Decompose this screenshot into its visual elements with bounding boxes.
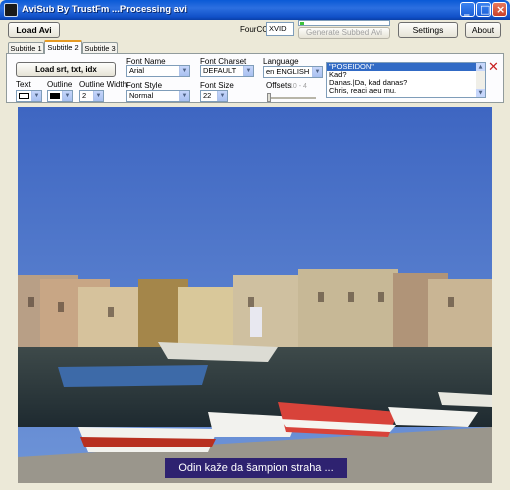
font-style-select[interactable]: Normal ▼ xyxy=(126,90,190,102)
outline-width-label: Outline Width xyxy=(79,80,128,89)
tab-subtitle-2[interactable]: Subtitle 2 xyxy=(44,40,82,54)
subtitle-overlay: Odin kaže da šampion straha ... xyxy=(165,458,347,478)
font-name-value: Arial xyxy=(129,66,145,75)
delete-icon[interactable]: ✕ xyxy=(488,61,500,74)
outline-color-select[interactable]: ▼ xyxy=(47,90,73,102)
offsets-value: 10 - 4 xyxy=(289,83,307,90)
font-size-value: 22 xyxy=(203,91,212,100)
video-frame-image xyxy=(18,107,492,483)
fourcc-label: FourCC xyxy=(240,25,269,34)
chevron-down-icon: ▼ xyxy=(62,91,72,101)
title-bar: AviSub By TrustFm ...Processing avi _ □ … xyxy=(0,0,510,20)
font-style-value: Normal xyxy=(129,91,154,100)
list-scrollbar[interactable]: ▲ ▼ xyxy=(476,63,485,97)
outline-label: Outline xyxy=(47,80,73,89)
progress-fill xyxy=(300,22,305,25)
load-srt-button[interactable]: Load srt, txt, idx xyxy=(16,62,116,77)
offsets-slider-track xyxy=(268,97,316,99)
language-value: en ENGLISH xyxy=(266,67,310,76)
text-color-swatch xyxy=(19,93,29,99)
chevron-down-icon: ▼ xyxy=(217,91,227,101)
chevron-down-icon: ▼ xyxy=(243,66,253,76)
close-button[interactable]: × xyxy=(492,2,507,17)
outline-width-select[interactable]: 2 ▼ xyxy=(79,90,104,102)
text-color-label: Text xyxy=(16,80,31,89)
chevron-down-icon: ▼ xyxy=(93,91,103,101)
list-item[interactable]: Chris, reaci aeu mu. xyxy=(327,87,485,95)
offsets-slider-handle[interactable] xyxy=(267,93,271,102)
chevron-down-icon: ▼ xyxy=(179,91,189,101)
chevron-down-icon: ▼ xyxy=(312,67,322,77)
video-preview xyxy=(18,107,492,483)
fourcc-field[interactable]: XVID xyxy=(266,22,294,36)
font-name-select[interactable]: Arial ▼ xyxy=(126,65,190,77)
chevron-down-icon: ▼ xyxy=(179,66,189,76)
load-avi-button[interactable]: Load Avi xyxy=(8,22,60,38)
minimize-icon: _ xyxy=(464,3,470,16)
minimize-button[interactable]: _ xyxy=(460,2,475,17)
scroll-down-icon[interactable]: ▼ xyxy=(476,89,485,97)
font-style-label: Font Style xyxy=(126,81,163,90)
font-size-label: Font Size xyxy=(200,81,234,90)
maximize-button[interactable]: □ xyxy=(476,2,491,17)
settings-button[interactable]: Settings xyxy=(398,22,458,38)
text-color-select[interactable]: ▼ xyxy=(16,90,42,102)
font-size-select[interactable]: 22 ▼ xyxy=(200,90,228,102)
subtitle-lines-list[interactable]: "POSEIDON" Kad? Danas.|Da, kad danas? Ch… xyxy=(326,62,486,98)
about-button[interactable]: About xyxy=(465,22,501,38)
chevron-down-icon: ▼ xyxy=(31,91,41,101)
close-icon: × xyxy=(496,3,506,16)
generate-subbed-avi-button[interactable]: Generate Subbed Avi xyxy=(298,27,390,39)
progress-bar xyxy=(298,20,390,26)
maximize-icon: □ xyxy=(480,3,491,16)
language-label: Language xyxy=(263,57,299,66)
app-icon xyxy=(4,3,18,17)
scroll-up-icon[interactable]: ▲ xyxy=(476,63,485,71)
font-charset-value: DEFAULT xyxy=(203,66,237,75)
outline-width-value: 2 xyxy=(82,91,87,100)
window-title: AviSub By TrustFm ...Processing avi xyxy=(22,4,187,15)
outline-color-swatch xyxy=(50,93,60,99)
font-charset-select[interactable]: DEFAULT ▼ xyxy=(200,65,254,77)
list-item[interactable]: "POSEIDON" xyxy=(327,63,485,71)
offsets-label: Offsets xyxy=(266,81,292,90)
language-select[interactable]: en ENGLISH ▼ xyxy=(263,66,323,78)
